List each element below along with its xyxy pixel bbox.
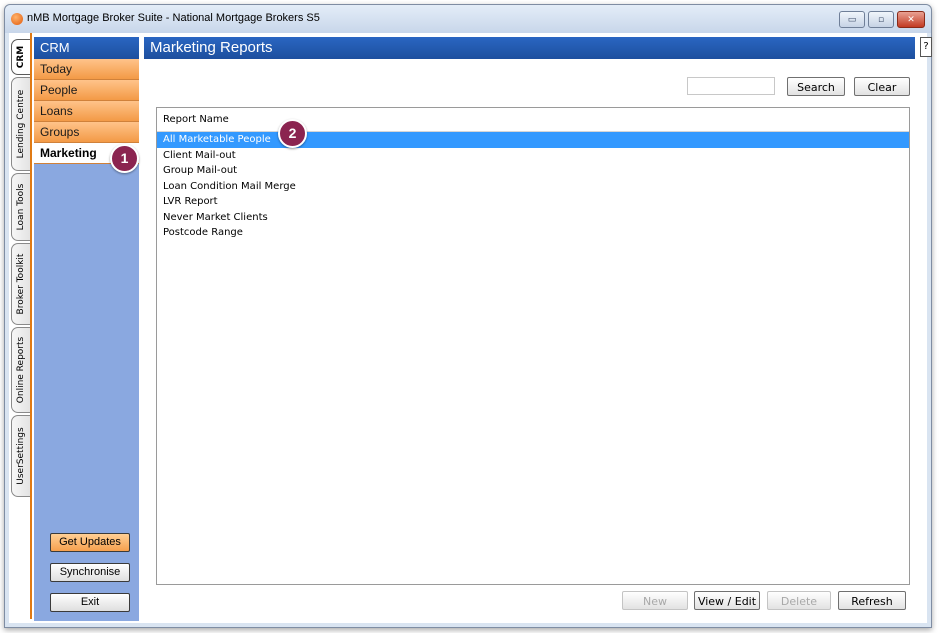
refresh-button[interactable]: Refresh: [838, 591, 906, 610]
tab-broker-toolkit[interactable]: Broker Toolkit: [11, 243, 30, 325]
window-controls: ▭ ▫ ✕: [839, 11, 925, 28]
callout-badge-1: 1: [110, 144, 139, 173]
app-window: nMB Mortgage Broker Suite - National Mor…: [4, 4, 932, 628]
tab-user-settings[interactable]: UserSettings: [11, 415, 30, 497]
list-item[interactable]: Client Mail-out: [157, 148, 909, 164]
vertical-tab-strip: CRM Lending Centre Loan Tools Broker Too…: [9, 37, 31, 623]
sidebar-item-people[interactable]: People: [34, 80, 139, 101]
sidebar-item-groups[interactable]: Groups: [34, 122, 139, 143]
sidebar-item-loans[interactable]: Loans: [34, 101, 139, 122]
list-item[interactable]: All Marketable People: [157, 132, 909, 148]
sidebar-item-today[interactable]: Today: [34, 59, 139, 80]
list-item[interactable]: Never Market Clients: [157, 210, 909, 226]
report-list[interactable]: Report Name All Marketable People Client…: [156, 107, 910, 585]
tab-label: CRM: [16, 45, 26, 69]
list-item[interactable]: Postcode Range: [157, 225, 909, 241]
tab-label: UserSettings: [16, 427, 26, 485]
column-header-report-name[interactable]: Report Name: [157, 108, 909, 132]
help-button[interactable]: ?: [920, 37, 932, 57]
marketing-reports-panel: Marketing Reports Search Clear Report Na…: [144, 37, 915, 621]
tab-label: Online Reports: [16, 336, 26, 404]
new-button[interactable]: New: [622, 591, 688, 610]
close-button[interactable]: ✕: [897, 11, 925, 28]
search-button[interactable]: Search: [787, 77, 845, 96]
tab-label: Lending Centre: [16, 89, 26, 159]
search-input[interactable]: [687, 77, 775, 95]
tab-loan-tools[interactable]: Loan Tools: [11, 173, 30, 241]
maximize-button[interactable]: ▫: [868, 11, 894, 28]
list-item[interactable]: Loan Condition Mail Merge: [157, 179, 909, 195]
list-item[interactable]: Group Mail-out: [157, 163, 909, 179]
tab-label: Broker Toolkit: [16, 253, 26, 315]
crm-sidebar: CRM Today People Loans Groups Marketing …: [34, 37, 139, 621]
minimize-button[interactable]: ▭: [839, 11, 865, 28]
delete-button[interactable]: Delete: [767, 591, 831, 610]
tab-online-reports[interactable]: Online Reports: [11, 327, 30, 413]
synchronise-button[interactable]: Synchronise: [50, 563, 130, 582]
callout-badge-2: 2: [278, 119, 307, 148]
sidebar-header: CRM: [34, 37, 139, 59]
get-updates-button[interactable]: Get Updates: [50, 533, 130, 552]
tab-crm[interactable]: CRM: [11, 39, 30, 75]
tab-lending-centre[interactable]: Lending Centre: [11, 77, 30, 171]
client-area: CRM Lending Centre Loan Tools Broker Too…: [9, 33, 932, 623]
view-edit-button[interactable]: View / Edit: [694, 591, 760, 610]
window-title: nMB Mortgage Broker Suite - National Mor…: [27, 12, 320, 24]
page-title: Marketing Reports: [144, 37, 915, 59]
tab-strip-edge: [30, 33, 32, 619]
title-bar[interactable]: nMB Mortgage Broker Suite - National Mor…: [5, 5, 931, 33]
app-icon: [11, 13, 23, 25]
tab-label: Loan Tools: [16, 183, 26, 231]
exit-button[interactable]: Exit: [50, 593, 130, 612]
list-item[interactable]: LVR Report: [157, 194, 909, 210]
clear-button[interactable]: Clear: [854, 77, 910, 96]
